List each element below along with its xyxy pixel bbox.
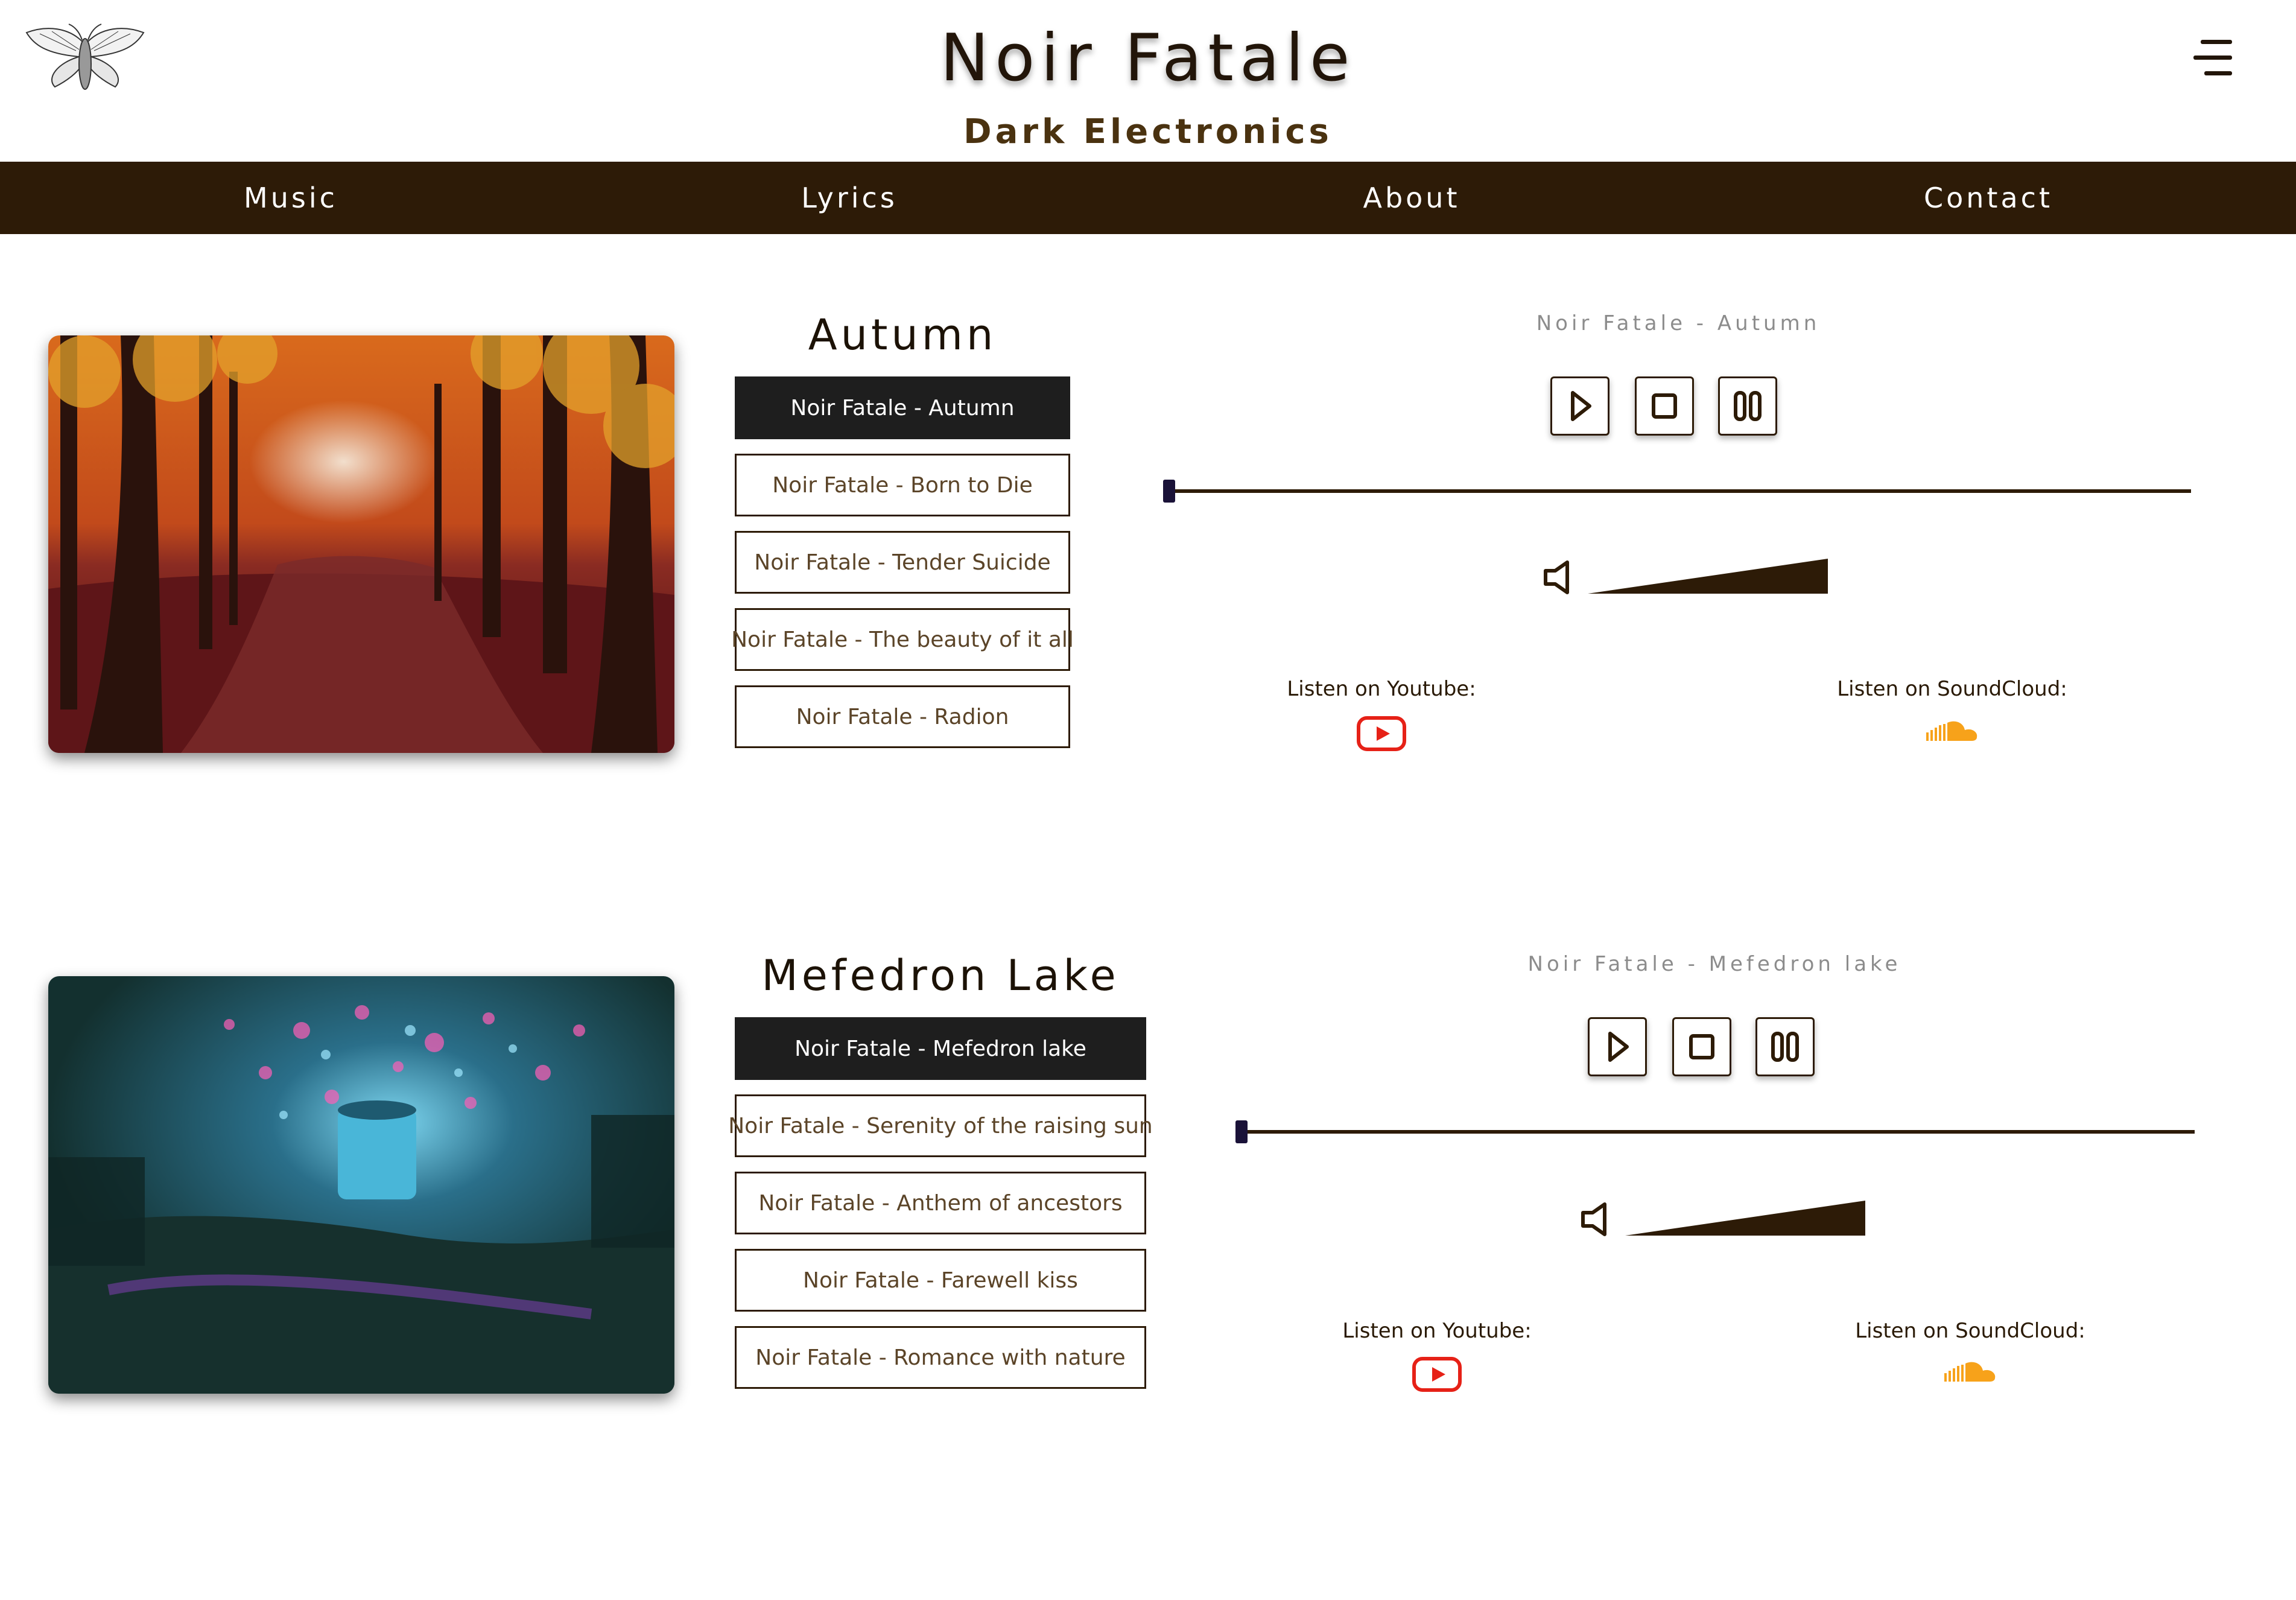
youtube-label: Listen on Youtube:: [1287, 677, 1476, 701]
track-item[interactable]: Noir Fatale - Mefedron lake: [735, 1017, 1146, 1080]
stop-icon: [1689, 1034, 1714, 1059]
nav-item-music[interactable]: Music: [244, 162, 338, 234]
play-button[interactable]: [1588, 1017, 1647, 1076]
track-item[interactable]: Noir Fatale - Romance with nature: [735, 1326, 1146, 1389]
main-navigation: Music Lyrics About Contact: [0, 162, 2296, 234]
track-item[interactable]: Noir Fatale - The beauty of it all: [731, 608, 1074, 671]
now-playing-label: Noir Fatale - Autumn: [1536, 311, 1821, 335]
play-icon: [1608, 1032, 1629, 1062]
nav-item-about[interactable]: About: [1363, 162, 1460, 234]
pause-icon: [1734, 391, 1762, 421]
stop-icon: [1652, 393, 1677, 419]
youtube-label: Listen on Youtube:: [1342, 1319, 1532, 1343]
progress-handle[interactable]: [1163, 480, 1175, 503]
speaker-icon: [1544, 560, 1569, 594]
youtube-icon[interactable]: [1412, 1356, 1462, 1392]
stop-button[interactable]: [1635, 376, 1694, 436]
soundcloud-label: Listen on SoundCloud:: [1855, 1319, 2085, 1343]
track-item[interactable]: Noir Fatale - Tender Suicide: [735, 531, 1070, 594]
pause-button[interactable]: [1755, 1017, 1815, 1076]
pause-icon: [1771, 1032, 1799, 1062]
album-title: Mefedron Lake: [761, 951, 1120, 1000]
album-section-autumn: Autumn Noir Fatale - Autumn Noir Fatale …: [0, 310, 2296, 794]
album-title: Autumn: [808, 310, 997, 360]
soundcloud-icon[interactable]: [1943, 1360, 1997, 1384]
track-item[interactable]: Noir Fatale - Serenity of the raising su…: [728, 1094, 1153, 1157]
volume-slider[interactable]: [1538, 557, 1834, 596]
soundcloud-label: Listen on SoundCloud:: [1837, 677, 2067, 701]
soundcloud-icon[interactable]: [1925, 719, 1979, 743]
progress-bar[interactable]: [1163, 489, 2191, 493]
album-cover-autumn: [48, 335, 674, 753]
album-cover-mefedron-lake: [48, 976, 674, 1394]
nav-item-contact[interactable]: Contact: [1924, 162, 2053, 234]
progress-bar[interactable]: [1235, 1130, 2195, 1134]
track-item[interactable]: Noir Fatale - Born to Die: [735, 454, 1070, 516]
track-item[interactable]: Noir Fatale - Radion: [735, 685, 1070, 748]
stop-button[interactable]: [1672, 1017, 1731, 1076]
site-subtitle: Dark Electronics: [963, 112, 1333, 151]
now-playing-label: Noir Fatale - Mefedron lake: [1527, 952, 1901, 976]
nav-item-lyrics[interactable]: Lyrics: [801, 162, 898, 234]
youtube-icon[interactable]: [1356, 716, 1407, 752]
track-item[interactable]: Noir Fatale - Autumn: [735, 376, 1070, 439]
play-icon: [1571, 391, 1591, 421]
pause-button[interactable]: [1718, 376, 1777, 436]
site-title: Noir Fatale: [940, 21, 1356, 96]
volume-slider[interactable]: [1576, 1199, 1871, 1238]
speaker-icon: [1581, 1202, 1606, 1236]
volume-level: [1625, 1201, 1865, 1236]
track-item[interactable]: Noir Fatale - Anthem of ancestors: [735, 1172, 1146, 1234]
progress-handle[interactable]: [1235, 1120, 1248, 1143]
hamburger-icon[interactable]: [2190, 40, 2232, 77]
album-section-mefedron-lake: Mefedron Lake Noir Fatale - Mefedron lak…: [0, 951, 2296, 1435]
volume-level: [1588, 559, 1828, 594]
track-item[interactable]: Noir Fatale - Farewell kiss: [735, 1249, 1146, 1312]
play-button[interactable]: [1550, 376, 1609, 436]
